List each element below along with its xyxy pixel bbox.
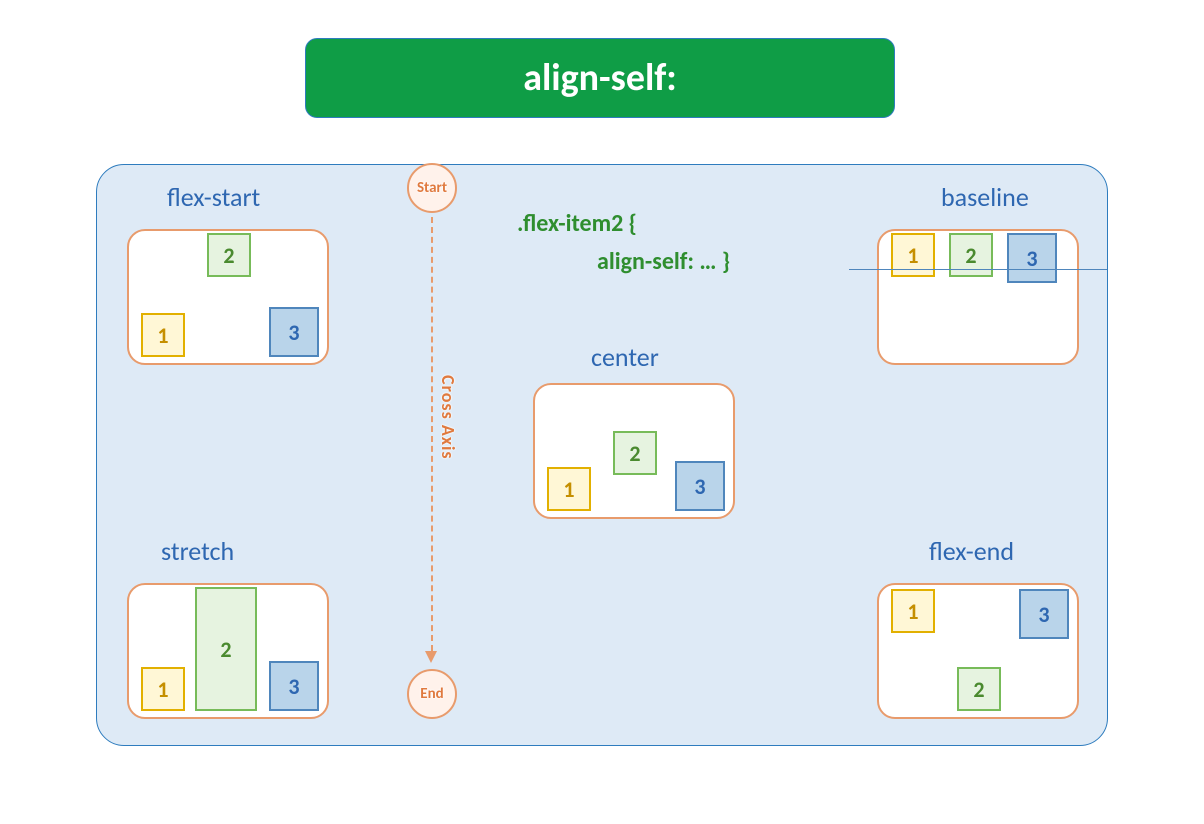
title-banner: align-self: xyxy=(305,38,895,118)
demo-flex-end: 1 2 3 xyxy=(877,583,1079,719)
axis-arrow-icon xyxy=(425,651,437,663)
flex-start-item-1: 1 xyxy=(141,313,185,357)
main-panel: flex-start 1 2 3 stretch 1 2 3 center 1 … xyxy=(96,164,1108,746)
demo-baseline: 1 2 3 xyxy=(877,229,1079,365)
demo-flex-start: 1 2 3 xyxy=(127,229,329,365)
baseline-line xyxy=(849,269,1107,270)
baseline-item-2: 2 xyxy=(949,233,993,277)
demo-center: 1 2 3 xyxy=(533,383,735,519)
baseline-item-3: 3 xyxy=(1007,233,1057,283)
center-item-1: 1 xyxy=(547,467,591,511)
code-line-2: align-self: … } xyxy=(597,247,730,276)
stretch-item-1: 1 xyxy=(141,667,185,711)
title-text: align-self: xyxy=(523,55,677,101)
axis-start-marker: Start xyxy=(407,163,457,213)
flex-end-item-3: 3 xyxy=(1019,589,1069,639)
flex-start-item-2: 2 xyxy=(207,233,251,277)
center-item-3: 3 xyxy=(675,461,725,511)
axis-end-marker: End xyxy=(407,669,457,719)
label-center: center xyxy=(591,341,659,373)
axis-end-text: End xyxy=(420,685,443,703)
axis-line xyxy=(431,217,433,651)
label-flex-end: flex-end xyxy=(929,535,1014,567)
code-line-1: .flex-item2 { xyxy=(517,209,637,238)
label-flex-start: flex-start xyxy=(167,181,260,213)
flex-end-item-1: 1 xyxy=(891,589,935,633)
flex-start-item-3: 3 xyxy=(269,307,319,357)
label-stretch: stretch xyxy=(161,535,234,567)
axis-label: Cross Axis xyxy=(437,375,459,460)
stretch-item-3: 3 xyxy=(269,661,319,711)
axis-start-text: Start xyxy=(417,179,447,197)
flex-end-item-2: 2 xyxy=(957,667,1001,711)
center-item-2: 2 xyxy=(613,431,657,475)
stretch-item-2: 2 xyxy=(195,587,257,711)
baseline-item-1: 1 xyxy=(891,233,935,277)
demo-stretch: 1 2 3 xyxy=(127,583,329,719)
label-baseline: baseline xyxy=(941,181,1029,213)
